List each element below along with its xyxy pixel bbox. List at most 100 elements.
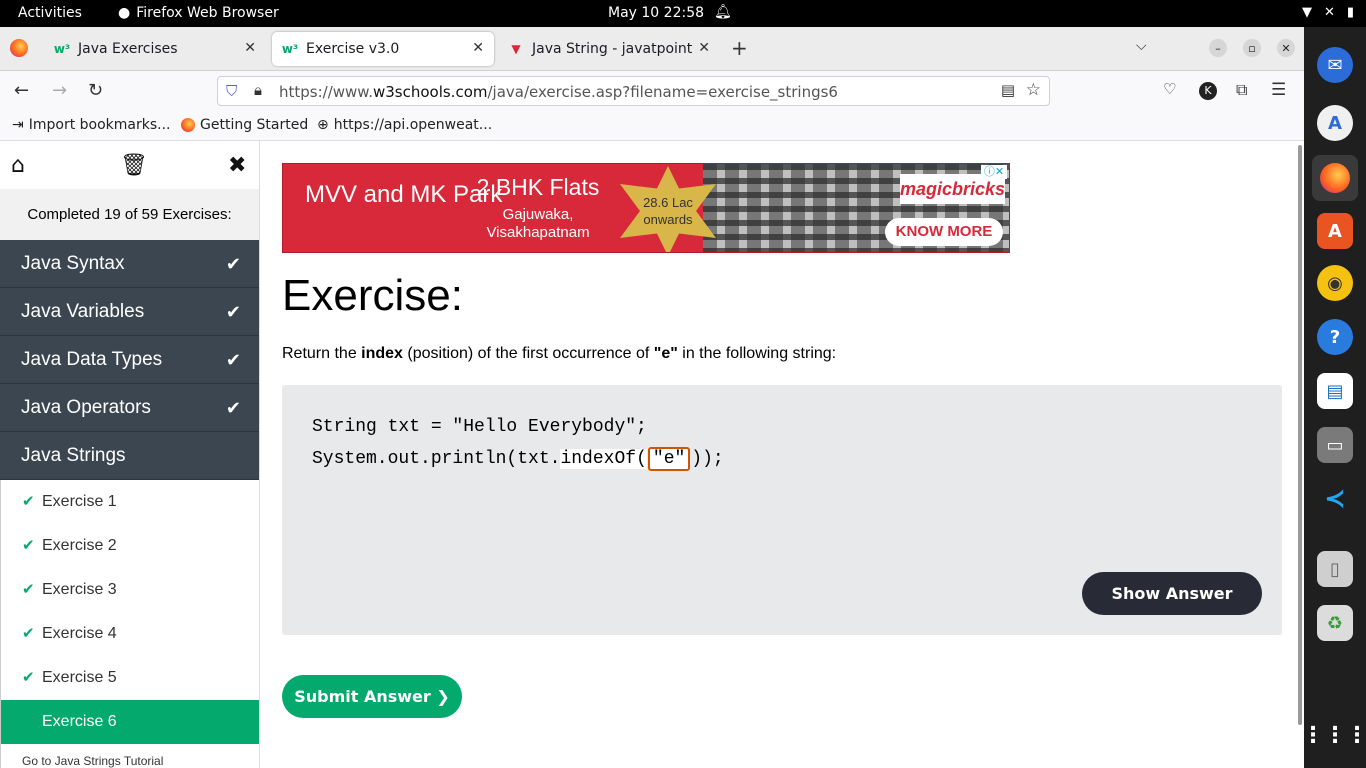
show-apps-icon[interactable]: ⋮⋮⋮ [1302,717,1366,753]
close-tab-icon[interactable]: ✕ [244,40,256,56]
category-java-data-types[interactable]: Java Data Types ✔ [0,336,259,384]
activities-button[interactable]: Activities [18,5,82,21]
rhythmbox-icon[interactable]: ◉ [1317,265,1353,301]
url-text[interactable]: https://www.w3schools.com/java/exercise.… [279,83,838,101]
account-avatar[interactable]: K [1199,82,1217,100]
checkmark-icon: ✔ [22,669,35,686]
code-line-2: System.out.println(txt.indexOf("e")); [312,447,724,471]
tab-java-exercises[interactable]: w³ Java Exercises ✕ [44,32,266,66]
category-java-variables[interactable]: Java Variables ✔ [0,288,259,336]
notification-bell-icon: 🔔︎ [714,4,732,20]
navigation-bar: ← → ↻ ⛉ 🔒︎ https://www.w3schools.com/jav… [0,71,1304,111]
writer-icon[interactable]: ▤ [1317,373,1353,409]
back-arrow-icon[interactable]: ← [14,80,29,101]
list-tabs-chevron-down-icon[interactable]: ⌵ [1136,38,1147,54]
tab-java-string-javatpoint[interactable]: ▼ Java String - javatpoint ✕ [498,32,720,66]
reader-view-icon[interactable]: ▤ [1001,81,1015,99]
page-content: ⌂ 🗑︎ ✖ Completed 19 of 59 Exercises: Jav… [0,141,1304,768]
exercise-sidebar: ⌂ 🗑︎ ✖ Completed 19 of 59 Exercises: Jav… [0,141,260,768]
firefox-view-icon[interactable] [10,39,28,57]
bookmark-label: https://api.openweat... [333,117,493,133]
checkmark-icon: ✔ [22,493,35,510]
category-java-syntax[interactable]: Java Syntax ✔ [0,240,259,288]
exercise-label: Exercise 1 [42,493,117,510]
extensions-icon[interactable]: ⧉ [1236,80,1247,100]
category-java-operators[interactable]: Java Operators ✔ [0,384,259,432]
bookmarks-toolbar: ⇥ Import bookmarks... Getting Started ⊕ … [0,111,1304,141]
drive-icon[interactable]: ▯ [1317,551,1353,587]
bookmark-getting-started[interactable]: Getting Started [181,117,308,133]
submit-answer-button[interactable]: Submit Answer ❯ [282,675,462,718]
category-label: Java Strings [21,445,126,466]
new-tab-icon[interactable]: + [731,36,748,60]
ad-price-amount: 28.6 Lac [643,195,693,210]
app-menu[interactable]: ● Firefox Web Browser [118,5,279,21]
minimize-icon[interactable]: – [1209,39,1227,57]
w3schools-favicon-icon: w³ [53,42,71,56]
tab-exercise-v3[interactable]: w³ Exercise v3.0 ✕ [272,32,494,66]
firefox-dock-icon[interactable] [1312,155,1358,201]
exercise-item-3[interactable]: ✔ Exercise 3 [1,568,259,612]
category-java-strings[interactable]: Java Strings [0,432,259,480]
code-text: System.out.println(txt. [312,449,561,469]
thunderbird-icon[interactable]: ✉ [1317,47,1353,83]
code-paren: ( [636,449,647,469]
forward-arrow-icon[interactable]: → [52,80,67,101]
exercise-item-5[interactable]: ✔ Exercise 5 [1,656,259,700]
exercise-item-1[interactable]: ✔ Exercise 1 [1,480,259,524]
app-icon[interactable]: A [1317,105,1353,141]
software-center-icon[interactable]: A [1317,213,1353,249]
home-icon[interactable]: ⌂ [11,153,25,178]
goto-tutorial-link[interactable]: Go to Java Strings Tutorial [1,744,259,768]
app-name: Firefox Web Browser [136,5,279,21]
completed-count: Completed 19 of 59 Exercises: [27,206,232,223]
exercise-item-6[interactable]: Exercise 6 [1,700,259,744]
bookmark-star-icon[interactable]: ☆ [1026,80,1041,100]
shield-icon[interactable]: ⛉ [226,82,237,100]
advertisement-banner[interactable]: MVV and MK Park 2 BHK Flats Gajuwaka, Vi… [282,163,1010,253]
close-tab-icon[interactable]: ✕ [698,40,710,56]
vscode-icon[interactable]: ≺ [1317,481,1353,517]
clock[interactable]: May 10 22:58 [608,5,704,21]
close-window-icon[interactable]: ✕ [1277,39,1295,57]
ad-location: Gajuwaka, Visakhapatnam [486,206,590,241]
pocket-icon[interactable]: ♡ [1163,80,1176,98]
files-icon[interactable]: ▭ [1317,427,1353,463]
checkmark-icon: ✔ [22,581,35,598]
trash-icon[interactable]: 🗑︎ [120,153,148,178]
close-icon[interactable]: ✖ [228,153,246,178]
ad-offer: 2 BHK Flats [476,174,600,200]
tab-label: Java String - javatpoint [532,41,693,57]
ad-choices-icon[interactable]: ⓘ✕ [981,165,1007,179]
menu-hamburger-icon[interactable]: ☰ [1271,80,1286,100]
tab-label: Exercise v3.0 [306,41,400,57]
url-bar[interactable]: ⛉ 🔒︎ https://www.w3schools.com/java/exer… [217,76,1050,106]
desc-text: in the following string: [677,345,837,362]
show-answer-button[interactable]: Show Answer [1082,572,1262,615]
exercise-item-2[interactable]: ✔ Exercise 2 [1,524,259,568]
firefox-icon: ● [118,5,131,21]
bookmark-openweather[interactable]: ⊕ https://api.openweat... [317,117,492,133]
lock-icon[interactable]: 🔒︎ [254,81,262,99]
bookmark-label: Getting Started [200,117,309,133]
exercise-item-4[interactable]: ✔ Exercise 4 [1,612,259,656]
trash-icon[interactable]: ♻ [1317,605,1353,641]
category-label: Java Operators [21,397,151,418]
dock: ✉ A A ◉ ? ▤ ▭ ≺ ▯ ♻ ⋮⋮⋮ [1302,27,1366,768]
system-tray[interactable]: ▼ ✕ ▮ [1302,5,1354,20]
code-method: indexOf [560,449,637,469]
reload-icon[interactable]: ↻ [88,80,103,101]
help-icon[interactable]: ? [1317,319,1353,355]
tab-label: Java Exercises [78,41,178,57]
restore-icon[interactable]: ▫ [1243,39,1261,57]
bookmark-import[interactable]: ⇥ Import bookmarks... [12,117,171,133]
ad-know-more-button[interactable]: KNOW MORE [885,218,1003,246]
page-scrollbar[interactable] [1298,145,1302,725]
globe-icon: ⊕ [317,117,329,133]
answer-input[interactable]: "e" [647,447,691,471]
battery-icon: ▮ [1346,5,1354,20]
tab-bar: w³ Java Exercises ✕ w³ Exercise v3.0 ✕ ▼… [0,27,1304,71]
system-top-bar: Activities ● Firefox Web Browser May 10 … [0,0,1366,27]
checkmark-icon: ✔ [225,398,241,418]
close-tab-icon[interactable]: ✕ [472,40,484,56]
